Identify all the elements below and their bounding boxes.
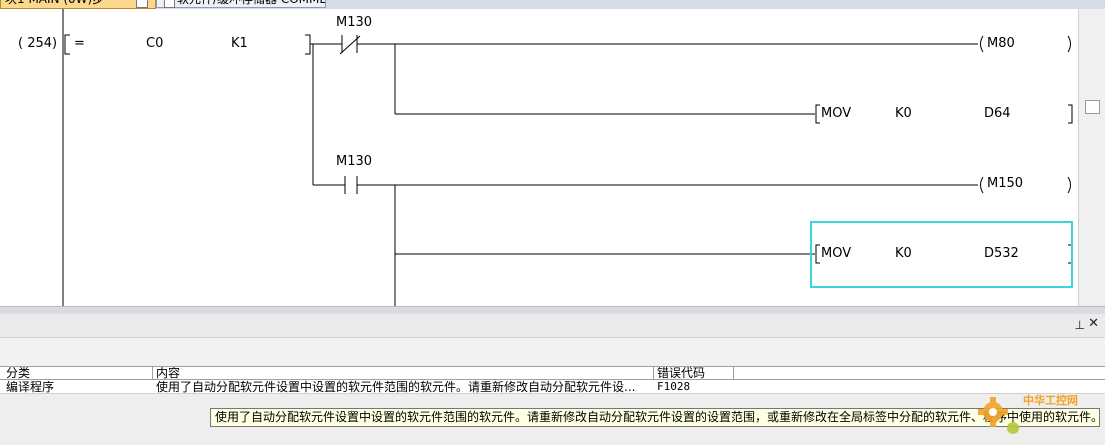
document-icon xyxy=(164,0,175,8)
mov-dest-1[interactable]: D64 xyxy=(984,106,1011,122)
compare-operand-2[interactable]: K1 xyxy=(231,36,248,52)
column-content[interactable]: 内容 xyxy=(153,367,654,380)
tab-comment[interactable]: 软元件/缓冲存储器 COMMENT xyxy=(156,0,326,8)
step-number: ( 254) xyxy=(18,36,58,51)
scrollbar-thumb[interactable] xyxy=(1085,100,1100,114)
close-tab-icon[interactable] xyxy=(136,0,148,8)
tab-main[interactable]: 块1 MAIN (0W)步 xyxy=(0,0,156,9)
tab-strip: 块1 MAIN (0W)步 软元件/缓冲存储器 COMMENT xyxy=(0,0,1105,9)
row-error-code: F1028 xyxy=(657,380,691,393)
watermark-text: 中华工控网 xyxy=(1023,394,1078,407)
ladder-editor[interactable]: ( 254) = C0 K1 M130 M80 MOV K0 D64 M130 … xyxy=(0,9,1078,306)
error-list-header: 分类 内容 错误代码 xyxy=(0,366,1105,380)
output-panel-header: ⊥ ✕ xyxy=(0,314,1105,338)
pin-icon[interactable]: ⊥ xyxy=(1075,318,1085,332)
column-error-code[interactable]: 错误代码 xyxy=(654,367,734,380)
mov-instruction-1[interactable]: MOV xyxy=(821,106,851,122)
mov-source-1[interactable]: K0 xyxy=(895,106,912,122)
contact-label-nc[interactable]: M130 xyxy=(336,15,372,31)
compare-operand-1[interactable]: C0 xyxy=(146,36,163,52)
row-tooltip: 使用了自动分配软元件设置中设置的软元件范围的软元件。请重新修改自动分配软元件设置… xyxy=(210,408,1100,427)
coil-label-m150[interactable]: M150 xyxy=(987,176,1023,192)
watermark-logo: 中华工控网 xyxy=(975,390,1095,440)
table-row[interactable]: 编译程序 使用了自动分配软元件设置中设置的软元件范围的软元件。请重新修改自动分配… xyxy=(0,380,1105,394)
contact-label-no[interactable]: M130 xyxy=(336,154,372,170)
row-content: 使用了自动分配软元件设置中设置的软元件范围的软元件。请重新修改自动分配软元件设.… xyxy=(156,380,636,394)
column-category[interactable]: 分类 xyxy=(3,367,153,380)
close-icon[interactable]: ✕ xyxy=(1088,317,1099,331)
pane-splitter[interactable] xyxy=(0,306,1105,314)
compare-operator[interactable]: = xyxy=(74,36,85,52)
coil-label-m80[interactable]: M80 xyxy=(987,36,1015,52)
error-list: 分类 内容 错误代码 编译程序 使用了自动分配软元件设置中设置的软元件范围的软元… xyxy=(0,366,1105,445)
vertical-scrollbar[interactable] xyxy=(1078,9,1105,306)
selection-cursor xyxy=(810,221,1073,288)
output-panel-toolbar xyxy=(0,338,1105,366)
row-category: 编译程序 xyxy=(6,380,55,394)
